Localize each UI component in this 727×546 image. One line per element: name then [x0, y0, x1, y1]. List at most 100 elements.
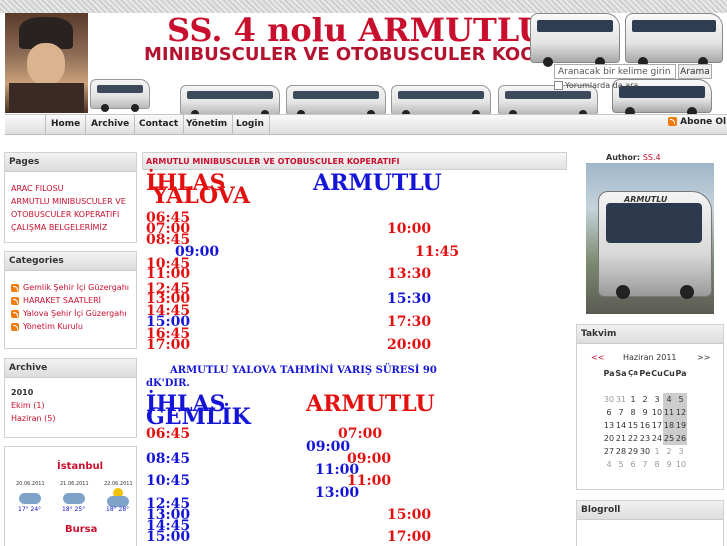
schedule-time: 08:45	[146, 451, 191, 467]
weekday-header: Sa	[615, 369, 627, 378]
calendar-day[interactable]: 21	[615, 432, 627, 445]
calendar-day[interactable]: 27	[603, 445, 615, 458]
archive-link-haziran[interactable]: Haziran (5)	[5, 412, 136, 425]
calendar-prev-button[interactable]: <<	[591, 353, 604, 362]
schedule-time: 09:00	[306, 439, 351, 455]
blogroll-title: Blogroll	[577, 501, 723, 520]
calendar-day[interactable]: 1	[627, 393, 639, 406]
calendar-day[interactable]: 28	[615, 445, 627, 458]
minibus-image	[90, 79, 150, 112]
nav-login[interactable]: Login	[231, 115, 270, 134]
calendar-day[interactable]: 14	[615, 419, 627, 432]
calendar-day[interactable]: 12	[675, 406, 687, 419]
calendar-day[interactable]: 7	[615, 406, 627, 419]
nav-archive[interactable]: Archive	[86, 115, 136, 134]
calendar-day: 4	[606, 460, 612, 469]
coach-photo: ARMUTLU	[586, 163, 714, 314]
calendar-day[interactable]: 4	[663, 393, 675, 406]
calendar-day[interactable]: 16	[639, 419, 651, 432]
nav-contact[interactable]: Contact	[134, 115, 185, 134]
category-item[interactable]: Yalova Şehir İçi Güzergahı	[5, 307, 136, 320]
calendar-day[interactable]: 18	[663, 419, 675, 432]
calendar-day[interactable]: 10	[651, 406, 663, 419]
main-nav: Home Archive Contact Yönetim Login	[5, 114, 727, 135]
rss-icon	[668, 117, 677, 126]
schedule-time: 10:00	[387, 221, 432, 237]
yalova-col-armutlu: ARMUTLU	[313, 170, 442, 196]
author-label: Author:	[606, 153, 641, 162]
weather-temp: 18° 25°	[62, 506, 86, 513]
author-link[interactable]: SS.4	[643, 153, 661, 162]
calendar-day: 6	[630, 460, 636, 469]
calendar-box: Takvim << Haziran 2011 >> Pa Sa Ça Pe Cu…	[576, 324, 724, 490]
categories-box: Categories Gemlik Şehir İçi Güzergahı HA…	[4, 251, 137, 349]
calendar-day[interactable]: 26	[675, 432, 687, 445]
calendar-day[interactable]: 22	[627, 432, 639, 445]
calendar-day: 10	[675, 460, 687, 469]
post-title[interactable]: ARMUTLU MINIBUSCULER VE OTOBUSCULER KOPE…	[142, 152, 567, 170]
calendar-day[interactable]: 29	[627, 445, 639, 458]
archive-link-ekim[interactable]: Ekim (1)	[5, 399, 136, 412]
checkbox-icon[interactable]	[554, 81, 563, 90]
coach-image	[625, 13, 723, 67]
minibus-image	[286, 85, 386, 118]
calendar-day[interactable]: 25	[663, 432, 675, 445]
category-item[interactable]: Yönetim Kurulu	[5, 320, 136, 333]
calendar-day[interactable]: 15	[627, 419, 639, 432]
category-item[interactable]: Gemlik Şehir İçi Güzergahı	[5, 281, 136, 294]
calendar-day[interactable]: 24	[651, 432, 663, 445]
travel-time-note: ARMUTLU YALOVA TAHMİNİ VARIŞ SÜRESİ 90 d…	[146, 365, 437, 389]
calendar-day: 9	[666, 460, 672, 469]
categories-title: Categories	[5, 252, 136, 271]
search-comments-checkbox[interactable]: Yorumlarda da ara	[554, 81, 638, 90]
rss-icon	[11, 322, 19, 331]
schedule-time: 11:00	[146, 266, 191, 282]
subscribe-label: Abone Ol	[680, 117, 727, 127]
search-button[interactable]: Arama	[678, 64, 712, 79]
subscribe-link[interactable]: Abone Ol	[668, 117, 726, 127]
calendar-day[interactable]: 8	[627, 406, 639, 419]
nav-yonetim[interactable]: Yönetim	[181, 115, 234, 134]
nav-home[interactable]: Home	[45, 115, 87, 134]
page-link-arac-filosu[interactable]: ARAC FILOSU	[5, 182, 136, 195]
calendar-day[interactable]: 23	[639, 432, 651, 445]
calendar-day: 7	[642, 460, 648, 469]
weekday-header: Pa	[603, 369, 615, 378]
weekday-header: Ça	[628, 369, 638, 377]
calendar-day[interactable]: 3	[651, 393, 663, 406]
calendar-next-button[interactable]: >>	[697, 353, 710, 362]
weekday-header: Pa	[675, 369, 687, 378]
gemlik-col-armutlu: ARMUTLU	[306, 391, 435, 417]
calendar-day[interactable]: 17	[651, 419, 663, 432]
calendar-day[interactable]: 19	[675, 419, 687, 432]
pages-title: Pages	[5, 153, 136, 172]
category-label: Gemlik Şehir İçi Güzergahı	[23, 283, 129, 292]
schedule-time: 06:45	[146, 426, 191, 442]
calendar-day[interactable]: 11	[663, 406, 675, 419]
schedule-time: 11:45	[415, 244, 460, 260]
schedule-time: 15:00	[146, 529, 191, 545]
calendar-day[interactable]: 2	[639, 393, 651, 406]
calendar-day[interactable]: 6	[603, 406, 615, 419]
calendar-day[interactable]: 5	[675, 393, 687, 406]
portrait-image	[5, 13, 88, 113]
pages-box: Pages ARAC FILOSU ARMUTLU MINIBUSCULER V…	[4, 152, 137, 243]
coach-label: ARMUTLU	[624, 195, 668, 204]
calendar-day[interactable]: 13	[603, 419, 615, 432]
calendar-day: 2	[666, 447, 672, 456]
calendar-day[interactable]: 9	[639, 406, 651, 419]
category-item[interactable]: HARAKET SAATLERİ	[5, 294, 136, 307]
search-input[interactable]: Aranacak bir kelime girin	[554, 64, 676, 79]
schedule-time: 13:30	[387, 266, 432, 282]
author-line: Author: SS.4	[606, 153, 661, 162]
calendar-day[interactable]: 30	[639, 445, 651, 458]
category-label: Yalova Şehir İçi Güzergahı	[23, 309, 127, 318]
schedule-time: 15:00	[387, 507, 432, 523]
page-link-koperatif[interactable]: ARMUTLU MINIBUSCULER VE OTOBUSCULER KOPE…	[5, 195, 136, 221]
minibus-image	[391, 85, 491, 118]
calendar-grid: Pa Sa Ça Pe Cu Cu Pa 30 31 1 2 3 4 5 6 7…	[603, 367, 687, 471]
rss-icon	[11, 283, 19, 292]
page-link-calisma-belgeleri[interactable]: ÇALIŞMA BELGELERİMİZ	[5, 221, 136, 234]
schedule-time: 17:00	[387, 529, 432, 545]
calendar-day[interactable]: 20	[603, 432, 615, 445]
